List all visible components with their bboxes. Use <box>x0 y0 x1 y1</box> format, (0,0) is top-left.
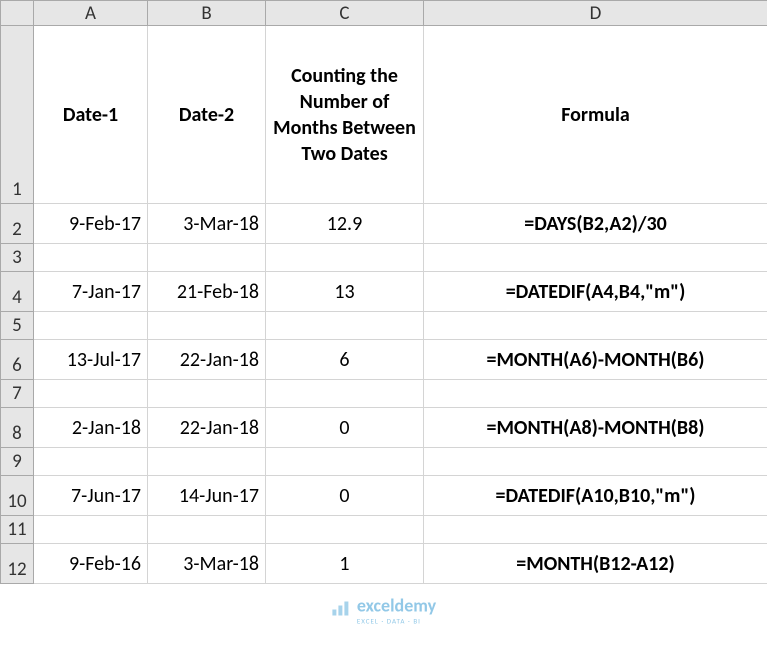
cell-B7[interactable] <box>148 380 266 408</box>
cell-A10[interactable]: 7-Jun-17 <box>34 476 148 516</box>
table-row: 11 <box>1 516 767 544</box>
cell-C5[interactable] <box>266 312 424 340</box>
chart-icon <box>331 599 351 621</box>
watermark-text: exceldemy EXCEL · DATA · BI <box>357 595 436 626</box>
cell-A2[interactable]: 9-Feb-17 <box>34 204 148 244</box>
col-header-D[interactable]: D <box>424 1 767 26</box>
row-header-4[interactable]: 4 <box>1 272 34 312</box>
cell-C1[interactable]: Counting the Number of Months Between Tw… <box>266 26 424 204</box>
table-row: 8 2-Jan-18 22-Jan-18 0 =MONTH(A8)-MONTH(… <box>1 408 767 448</box>
cell-B5[interactable] <box>148 312 266 340</box>
cell-A1[interactable]: Date-1 <box>34 26 148 204</box>
cell-B11[interactable] <box>148 516 266 544</box>
cell-B4[interactable]: 21-Feb-18 <box>148 272 266 312</box>
cell-A12[interactable]: 9-Feb-16 <box>34 544 148 584</box>
watermark-sub: EXCEL · DATA · BI <box>357 617 436 626</box>
cell-C3[interactable] <box>266 244 424 272</box>
cell-C9[interactable] <box>266 448 424 476</box>
col-header-B[interactable]: B <box>148 1 266 26</box>
cell-B12[interactable]: 3-Mar-18 <box>148 544 266 584</box>
row-header-10[interactable]: 10 <box>1 476 34 516</box>
row-header-6[interactable]: 6 <box>1 340 34 380</box>
cell-D10[interactable]: =DATEDIF(A10,B10,"m") <box>424 476 767 516</box>
table-row: 5 <box>1 312 767 340</box>
watermark-name: exceldemy <box>357 595 436 617</box>
cell-B10[interactable]: 14-Jun-17 <box>148 476 266 516</box>
table-row: 6 13-Jul-17 22-Jan-18 6 =MONTH(A6)-MONTH… <box>1 340 767 380</box>
cell-D3[interactable] <box>424 244 767 272</box>
cell-D1[interactable]: Formula <box>424 26 767 204</box>
cell-A6[interactable]: 13-Jul-17 <box>34 340 148 380</box>
row-header-8[interactable]: 8 <box>1 408 34 448</box>
row-header-5[interactable]: 5 <box>1 312 34 340</box>
cell-B2[interactable]: 3-Mar-18 <box>148 204 266 244</box>
cell-D9[interactable] <box>424 448 767 476</box>
cell-C4[interactable]: 13 <box>266 272 424 312</box>
cell-A3[interactable] <box>34 244 148 272</box>
column-header-row: A B C D <box>1 1 767 26</box>
col-header-C[interactable]: C <box>266 1 424 26</box>
cell-B3[interactable] <box>148 244 266 272</box>
row-header-7[interactable]: 7 <box>1 380 34 408</box>
table-row: 3 <box>1 244 767 272</box>
cell-B1[interactable]: Date-2 <box>148 26 266 204</box>
cell-A7[interactable] <box>34 380 148 408</box>
cell-D12[interactable]: =MONTH(B12-A12) <box>424 544 767 584</box>
row-header-12[interactable]: 12 <box>1 544 34 584</box>
cell-A5[interactable] <box>34 312 148 340</box>
table-row: 7 <box>1 380 767 408</box>
select-all-corner[interactable] <box>1 1 34 26</box>
table-row: 9 <box>1 448 767 476</box>
table-row: 1 Date-1 Date-2 Counting the Number of M… <box>1 26 767 204</box>
cell-D11[interactable] <box>424 516 767 544</box>
watermark: exceldemy EXCEL · DATA · BI <box>331 595 436 626</box>
cell-D7[interactable] <box>424 380 767 408</box>
cell-C8[interactable]: 0 <box>266 408 424 448</box>
cell-B9[interactable] <box>148 448 266 476</box>
cell-B6[interactable]: 22-Jan-18 <box>148 340 266 380</box>
cell-D5[interactable] <box>424 312 767 340</box>
cell-A8[interactable]: 2-Jan-18 <box>34 408 148 448</box>
table-row: 4 7-Jan-17 21-Feb-18 13 =DATEDIF(A4,B4,"… <box>1 272 767 312</box>
cell-D8[interactable]: =MONTH(A8)-MONTH(B8) <box>424 408 767 448</box>
cell-D2[interactable]: =DAYS(B2,A2)/30 <box>424 204 767 244</box>
cell-B8[interactable]: 22-Jan-18 <box>148 408 266 448</box>
cell-C7[interactable] <box>266 380 424 408</box>
cell-C6[interactable]: 6 <box>266 340 424 380</box>
cell-D6[interactable]: =MONTH(A6)-MONTH(B6) <box>424 340 767 380</box>
cell-D4[interactable]: =DATEDIF(A4,B4,"m") <box>424 272 767 312</box>
cell-C2[interactable]: 12.9 <box>266 204 424 244</box>
row-header-3[interactable]: 3 <box>1 244 34 272</box>
table-row: 10 7-Jun-17 14-Jun-17 0 =DATEDIF(A10,B10… <box>1 476 767 516</box>
cell-C11[interactable] <box>266 516 424 544</box>
cell-C10[interactable]: 0 <box>266 476 424 516</box>
table-row: 12 9-Feb-16 3-Mar-18 1 =MONTH(B12-A12) <box>1 544 767 584</box>
row-header-11[interactable]: 11 <box>1 516 34 544</box>
row-header-9[interactable]: 9 <box>1 448 34 476</box>
row-header-1[interactable]: 1 <box>1 26 34 204</box>
col-header-A[interactable]: A <box>34 1 148 26</box>
cell-A11[interactable] <box>34 516 148 544</box>
row-header-2[interactable]: 2 <box>1 204 34 244</box>
cell-A9[interactable] <box>34 448 148 476</box>
spreadsheet-grid[interactable]: A B C D 1 Date-1 Date-2 Counting the Num… <box>0 0 767 584</box>
cell-C12[interactable]: 1 <box>266 544 424 584</box>
table-row: 2 9-Feb-17 3-Mar-18 12.9 =DAYS(B2,A2)/30 <box>1 204 767 244</box>
cell-A4[interactable]: 7-Jan-17 <box>34 272 148 312</box>
